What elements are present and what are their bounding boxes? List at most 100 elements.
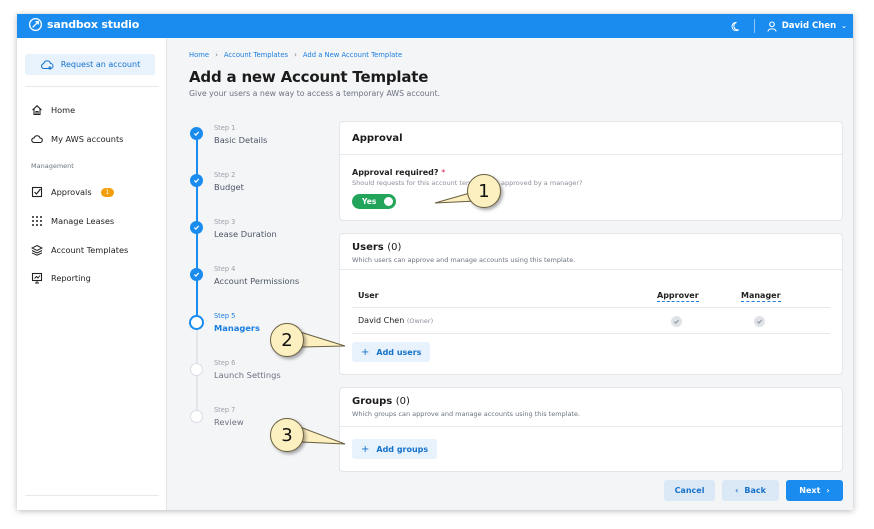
cloud-plus-icon	[40, 60, 54, 70]
next-button[interactable]: Next ›	[786, 480, 843, 501]
sidebar-item-my-aws-accounts[interactable]: My AWS accounts	[31, 133, 123, 145]
step-7: Step 7 Review	[214, 406, 244, 427]
layers-icon	[31, 244, 43, 256]
approval-required-toggle[interactable]: Yes	[352, 194, 396, 209]
sandbox-logo-icon	[28, 17, 43, 32]
sidebar-item-label: Home	[51, 105, 76, 115]
user-icon	[767, 20, 777, 32]
breadcrumb-separator: ›	[294, 51, 297, 59]
users-title-text: Users	[352, 242, 384, 253]
step-name: Budget	[214, 182, 244, 192]
page-title: Add a new Account Template	[189, 68, 429, 86]
required-mark: *	[441, 168, 446, 177]
step-pending-icon	[190, 363, 203, 376]
moon-icon[interactable]	[731, 21, 742, 32]
manager-check-icon	[754, 316, 765, 327]
sidebar-item-home[interactable]: Home	[31, 104, 75, 116]
chevron-left-icon: ‹	[735, 486, 739, 495]
user-cell: David Chen (Owner)	[358, 316, 433, 325]
step-2[interactable]: Step 2 Budget	[214, 171, 244, 192]
sidebar-item-label: Approvals	[51, 187, 92, 197]
step-5[interactable]: Step 5 Managers	[214, 312, 260, 333]
user-menu[interactable]: David Chen ⌄	[767, 20, 847, 32]
step-name: Account Permissions	[214, 276, 300, 286]
sidebar-item-account-templates[interactable]: Account Templates	[31, 244, 128, 256]
breadcrumb-home[interactable]: Home	[189, 51, 209, 59]
groups-title-text: Groups	[352, 396, 393, 407]
report-icon	[31, 272, 43, 284]
step-name: Basic Details	[214, 135, 268, 145]
sidebar-item-manage-leases[interactable]: Manage Leases	[31, 215, 114, 227]
top-bar-actions: David Chen ⌄	[731, 14, 847, 38]
users-description: Which users can approve and manage accou…	[352, 256, 576, 264]
page-subtitle: Give your users a new way to access a te…	[189, 89, 441, 98]
user-name-cell: David Chen	[358, 316, 405, 325]
breadcrumb-account-templates[interactable]: Account Templates	[224, 51, 288, 59]
sidebar-item-label: Reporting	[51, 273, 91, 283]
users-count: (0)	[387, 242, 402, 253]
approvals-count-badge: 1	[100, 187, 115, 197]
approval-title: Approval	[352, 133, 403, 144]
step-label: Step 4	[214, 265, 236, 273]
table-row: David Chen (Owner)	[352, 308, 830, 334]
breadcrumb-current[interactable]: Add a New Account Template	[303, 51, 402, 59]
callout-1: 1	[467, 174, 501, 208]
app-name: sandbox studio	[47, 18, 140, 31]
step-label: Step 2	[214, 171, 236, 179]
users-title: Users (0)	[352, 242, 830, 253]
plus-icon: +	[361, 443, 370, 455]
sidebar-item-label: Account Templates	[51, 245, 129, 255]
app-logo[interactable]: sandbox studio	[28, 17, 139, 32]
top-bar: sandbox studio David Chen ⌄	[17, 14, 853, 38]
callout-2: 2	[270, 323, 304, 357]
step-complete-icon	[190, 268, 203, 281]
groups-description: Which groups can approve and manage acco…	[352, 410, 581, 418]
user-name: David Chen	[781, 21, 837, 31]
step-name: Managers	[214, 323, 260, 333]
column-user: User	[358, 291, 379, 300]
step-6: Step 6 Launch Settings	[214, 359, 281, 380]
step-active-icon	[189, 315, 204, 330]
add-users-label: Add users	[376, 347, 422, 357]
step-1[interactable]: Step 1 Basic Details	[214, 124, 267, 145]
step-name: Lease Duration	[214, 229, 277, 239]
top-bar-divider	[753, 19, 755, 33]
step-label: Step 5	[214, 312, 236, 320]
back-button[interactable]: ‹ Back	[722, 480, 779, 501]
step-name: Review	[214, 417, 244, 427]
toggle-knob	[384, 197, 393, 206]
cloud-icon	[31, 135, 43, 144]
column-approver: Approver	[657, 291, 699, 302]
users-card: Users (0) Which users can approve and ma…	[339, 233, 843, 375]
groups-count: (0)	[395, 396, 410, 407]
step-complete-icon	[190, 174, 203, 187]
sidebar-item-reporting[interactable]: Reporting	[31, 272, 91, 284]
column-manager: Manager	[741, 291, 781, 302]
cancel-button[interactable]: Cancel	[664, 480, 715, 501]
step-label: Step 6	[214, 359, 236, 367]
request-account-label: Request an account	[60, 60, 141, 69]
sidebar-item-approvals[interactable]: Approvals 1	[31, 186, 115, 198]
request-account-button[interactable]: Request an account	[25, 54, 155, 75]
approver-check-icon	[671, 316, 682, 327]
step-complete-icon	[190, 127, 203, 140]
add-groups-label: Add groups	[376, 444, 429, 454]
owner-tag: (Owner)	[406, 317, 434, 325]
chevron-right-icon: ›	[826, 486, 830, 495]
step-complete-icon	[190, 221, 203, 234]
step-pending-icon	[190, 410, 203, 423]
add-users-button[interactable]: + Add users	[352, 342, 431, 362]
groups-title: Groups (0)	[352, 396, 830, 407]
back-label: Back	[744, 486, 766, 495]
chevron-down-icon: ⌄	[841, 22, 847, 30]
breadcrumb-separator: ›	[215, 51, 218, 59]
sidebar-bottom-divider	[25, 495, 159, 496]
sidebar-item-label: Manage Leases	[51, 216, 115, 226]
approval-required-text: Approval required?	[352, 168, 439, 177]
callout-3: 3	[270, 418, 304, 452]
step-4[interactable]: Step 4 Account Permissions	[214, 265, 299, 286]
approval-card-header: Approval	[340, 122, 842, 155]
add-groups-button[interactable]: + Add groups	[352, 439, 438, 459]
step-3[interactable]: Step 3 Lease Duration	[214, 218, 277, 239]
step-name: Launch Settings	[214, 370, 281, 380]
